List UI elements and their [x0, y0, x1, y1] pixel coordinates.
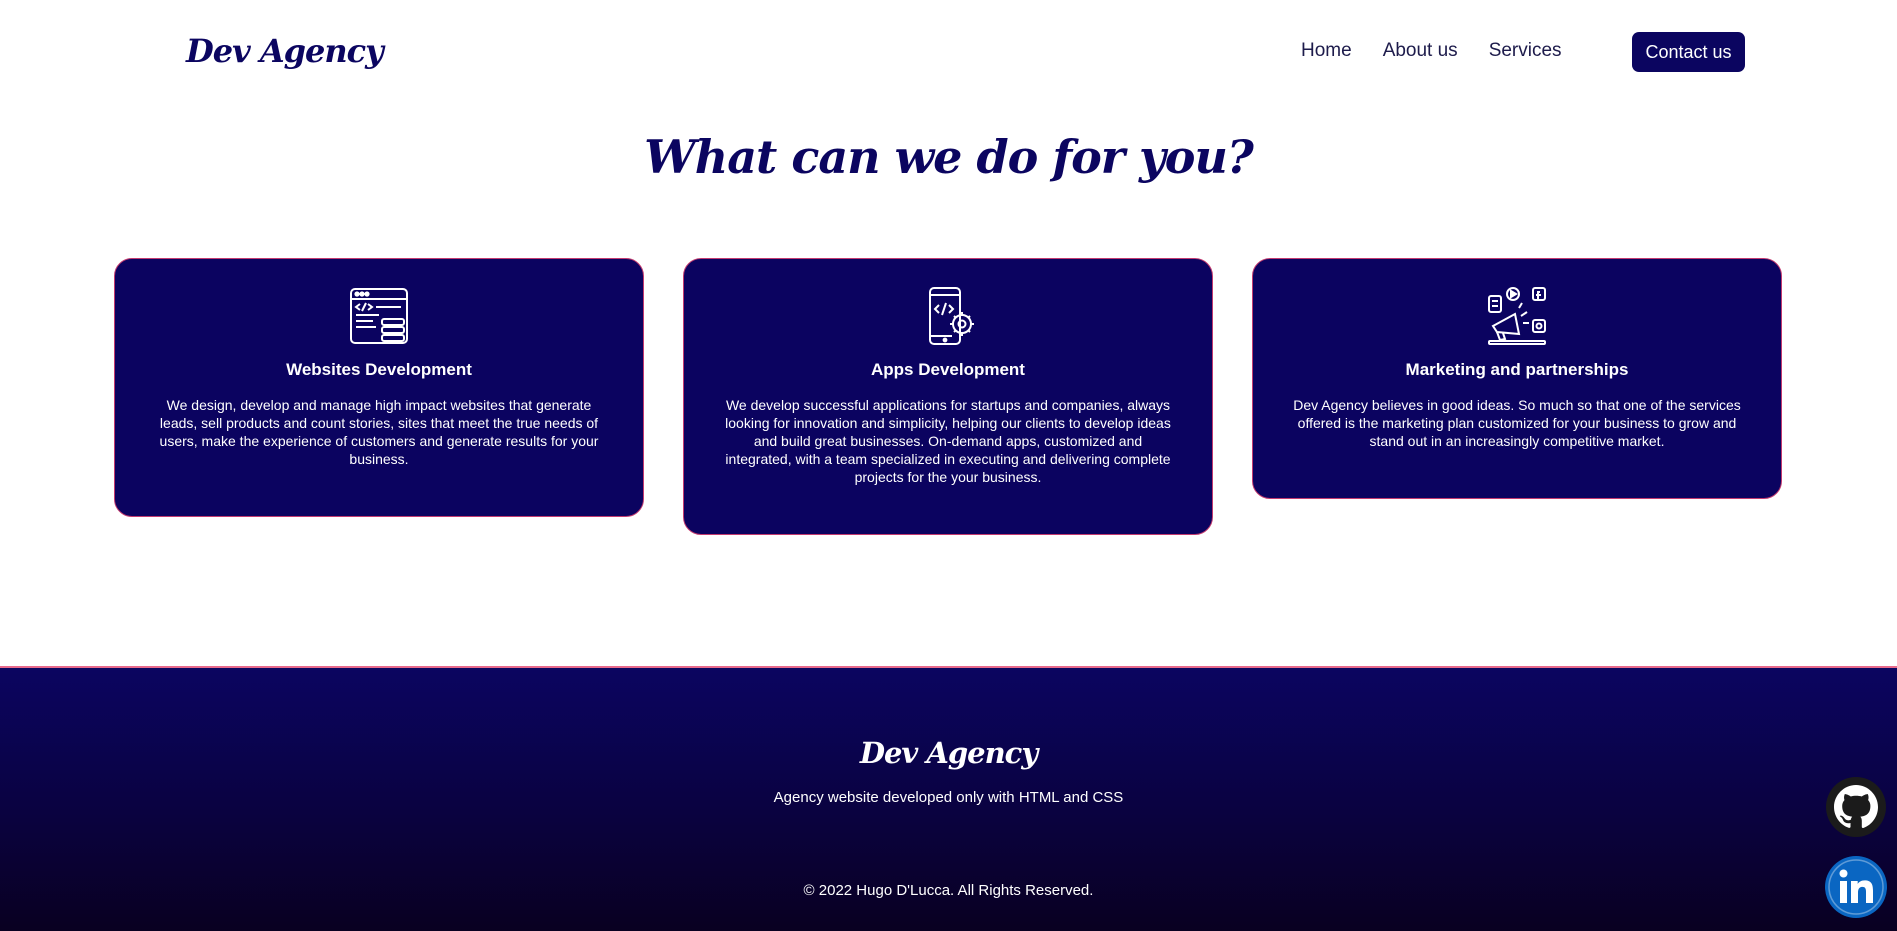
section-title: What can we do for you? — [644, 130, 1254, 184]
service-card-apps: Apps Development We develop successful a… — [683, 258, 1213, 535]
site-header: Dev Agency Home About us Services Contac… — [0, 0, 1897, 104]
footer-logo: Dev Agency — [859, 736, 1038, 770]
card-title: Marketing and partnerships — [1405, 360, 1629, 379]
github-icon[interactable] — [1824, 775, 1888, 839]
service-card-marketing: Marketing and partnerships Dev Agency be… — [1252, 258, 1782, 499]
linkedin-icon[interactable] — [1824, 855, 1888, 919]
nav-about-link[interactable]: About us — [1383, 40, 1458, 62]
card-title: Websites Development — [286, 360, 472, 379]
footer-copyright: © 2022 Hugo D'Lucca. All Rights Reserved… — [803, 882, 1094, 899]
website-code-icon — [350, 288, 408, 344]
main-nav: Home About us Services — [1301, 40, 1562, 62]
card-title: Apps Development — [871, 360, 1025, 379]
mobile-app-gear-icon — [929, 287, 974, 345]
contact-button[interactable]: Contact us — [1632, 32, 1745, 72]
site-footer: Dev Agency Agency website developed only… — [0, 666, 1897, 931]
service-card-websites: Websites Development We design, develop … — [114, 258, 644, 517]
marketing-megaphone-icon — [1488, 287, 1546, 345]
footer-tagline: Agency website developed only with HTML … — [773, 789, 1124, 806]
nav-services-link[interactable]: Services — [1489, 40, 1562, 62]
card-text: We develop successful applications for s… — [725, 397, 1171, 485]
card-text: We design, develop and manage high impac… — [159, 397, 599, 467]
site-logo[interactable]: Dev Agency — [186, 32, 384, 70]
nav-home-link[interactable]: Home — [1301, 40, 1352, 62]
card-text: Dev Agency believes in good ideas. So mu… — [1293, 397, 1741, 449]
